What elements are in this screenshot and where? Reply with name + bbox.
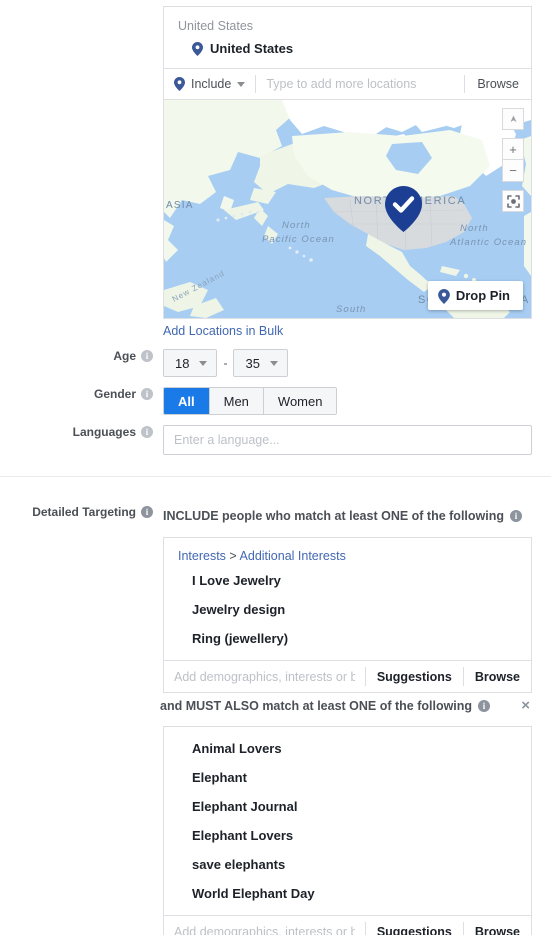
- interest-list: Animal Lovers Elephant Elephant Journal …: [164, 727, 531, 915]
- location-group-header: United States: [178, 19, 254, 33]
- age-max-value: 35: [245, 355, 260, 371]
- svg-text:Atlantic Ocean: Atlantic Ocean: [449, 237, 527, 248]
- svg-text:South: South: [336, 304, 366, 315]
- svg-text:North: North: [282, 220, 311, 231]
- list-item[interactable]: Elephant: [164, 763, 531, 792]
- location-picker-card: United States United States Include Type…: [163, 6, 532, 319]
- interest-list: I Love Jewelry Jewelry design Ring (jewe…: [164, 566, 531, 660]
- map-pin-icon: [192, 41, 203, 56]
- list-item[interactable]: save elephants: [164, 850, 531, 879]
- info-icon[interactable]: i: [141, 350, 153, 362]
- location-input-bar: Include Browse: [164, 68, 531, 100]
- zoom-controls: + −: [502, 138, 524, 182]
- gender-label: Gender: [93, 387, 136, 401]
- age-range-controls: 18 - 35: [163, 349, 288, 377]
- interest-search-input[interactable]: [164, 916, 365, 935]
- map-controls: + −: [502, 108, 524, 212]
- include-exclude-dropdown[interactable]: Include: [174, 77, 255, 91]
- map-pin-icon: [174, 77, 185, 91]
- browse-interests-button[interactable]: Browse: [464, 661, 531, 692]
- locate-icon[interactable]: [502, 190, 524, 212]
- gender-label-group: Gender i: [0, 387, 163, 401]
- audience-targeting-panel: United States United States Include Type…: [0, 0, 551, 935]
- chevron-down-icon: [269, 360, 278, 366]
- info-icon[interactable]: i: [141, 388, 153, 400]
- add-locations-in-bulk-link[interactable]: Add Locations in Bulk: [163, 324, 283, 338]
- info-icon[interactable]: i: [478, 699, 491, 712]
- interest-input-bar: Suggestions Browse: [164, 660, 531, 692]
- svg-text:Pacific Ocean: Pacific Ocean: [262, 234, 335, 245]
- languages-row: Languages i: [0, 425, 551, 455]
- list-item[interactable]: Ring (jewellery): [164, 624, 531, 653]
- age-label: Age: [113, 349, 136, 363]
- must-also-heading: and MUST ALSO match at least ONE of the …: [160, 698, 532, 713]
- breadcrumb-separator: >: [229, 549, 237, 563]
- svg-text:ASIA: ASIA: [166, 200, 194, 211]
- list-item[interactable]: Animal Lovers: [164, 734, 531, 763]
- info-icon[interactable]: i: [141, 506, 153, 518]
- age-row: Age i 18 - 35: [0, 349, 551, 377]
- location-search-input[interactable]: [256, 69, 465, 99]
- zoom-out-button[interactable]: −: [502, 160, 524, 182]
- include-heading: INCLUDE people who match at least ONE of…: [163, 509, 522, 523]
- browse-interests-button[interactable]: Browse: [464, 916, 531, 935]
- gender-segmented-control: All Men Women: [163, 387, 338, 415]
- age-min-select[interactable]: 18: [163, 349, 218, 377]
- list-item[interactable]: Jewelry design: [164, 595, 531, 624]
- include-heading-text: INCLUDE people who match at least ONE of…: [163, 509, 504, 523]
- chevron-down-icon: [199, 360, 208, 366]
- gender-row: Gender i All Men Women: [0, 387, 551, 415]
- interest-input-bar: Suggestions Browse: [164, 915, 531, 935]
- list-item[interactable]: Elephant Lovers: [164, 821, 531, 850]
- list-item[interactable]: I Love Jewelry: [164, 566, 531, 595]
- suggestions-button[interactable]: Suggestions: [366, 661, 463, 692]
- map-pin-icon: [437, 288, 450, 304]
- age-label-group: Age i: [0, 349, 163, 363]
- age-min-value: 18: [175, 355, 190, 371]
- include-interests-card: Interests > Additional Interests I Love …: [163, 537, 532, 693]
- list-item[interactable]: World Elephant Day: [164, 879, 531, 908]
- info-icon[interactable]: i: [510, 510, 522, 522]
- close-icon[interactable]: ×: [519, 698, 532, 713]
- languages-label: Languages: [72, 425, 136, 439]
- gender-option-women[interactable]: Women: [262, 388, 337, 414]
- svg-text:North: North: [460, 223, 489, 234]
- section-divider: [0, 476, 551, 477]
- breadcrumb-leaf[interactable]: Additional Interests: [240, 549, 346, 563]
- selected-location-united-states[interactable]: United States: [164, 37, 531, 68]
- detailed-targeting-label-group: Detailed Targeting i: [0, 505, 163, 519]
- drop-pin-label: Drop Pin: [455, 288, 510, 303]
- languages-input[interactable]: [163, 425, 532, 455]
- languages-label-group: Languages i: [0, 425, 163, 439]
- interest-search-input[interactable]: [164, 661, 365, 692]
- location-map[interactable]: ASIA NORTH AMERICA North Pacific Ocean N…: [164, 100, 531, 318]
- gender-option-men[interactable]: Men: [208, 388, 263, 414]
- zoom-in-button[interactable]: +: [502, 138, 524, 160]
- drop-pin-button[interactable]: Drop Pin: [427, 281, 523, 310]
- breadcrumb-root[interactable]: Interests: [178, 549, 226, 563]
- breadcrumb: Interests > Additional Interests: [164, 538, 531, 566]
- age-range-separator: -: [223, 356, 228, 370]
- detailed-targeting-label: Detailed Targeting: [32, 505, 136, 519]
- suggestions-button[interactable]: Suggestions: [366, 916, 463, 935]
- chevron-down-icon: [237, 81, 246, 87]
- browse-locations-button[interactable]: Browse: [465, 69, 531, 99]
- map-location-marker[interactable]: [385, 186, 422, 237]
- info-icon[interactable]: i: [141, 426, 153, 438]
- compass-icon[interactable]: [502, 108, 524, 130]
- must-also-heading-text: and MUST ALSO match at least ONE of the …: [160, 698, 473, 713]
- gender-option-all[interactable]: All: [164, 388, 209, 414]
- narrow-interests-card: Animal Lovers Elephant Elephant Journal …: [163, 726, 532, 935]
- age-max-select[interactable]: 35: [233, 349, 288, 377]
- include-label: Include: [191, 77, 232, 91]
- selected-location-label: United States: [210, 41, 294, 56]
- list-item[interactable]: Elephant Journal: [164, 792, 531, 821]
